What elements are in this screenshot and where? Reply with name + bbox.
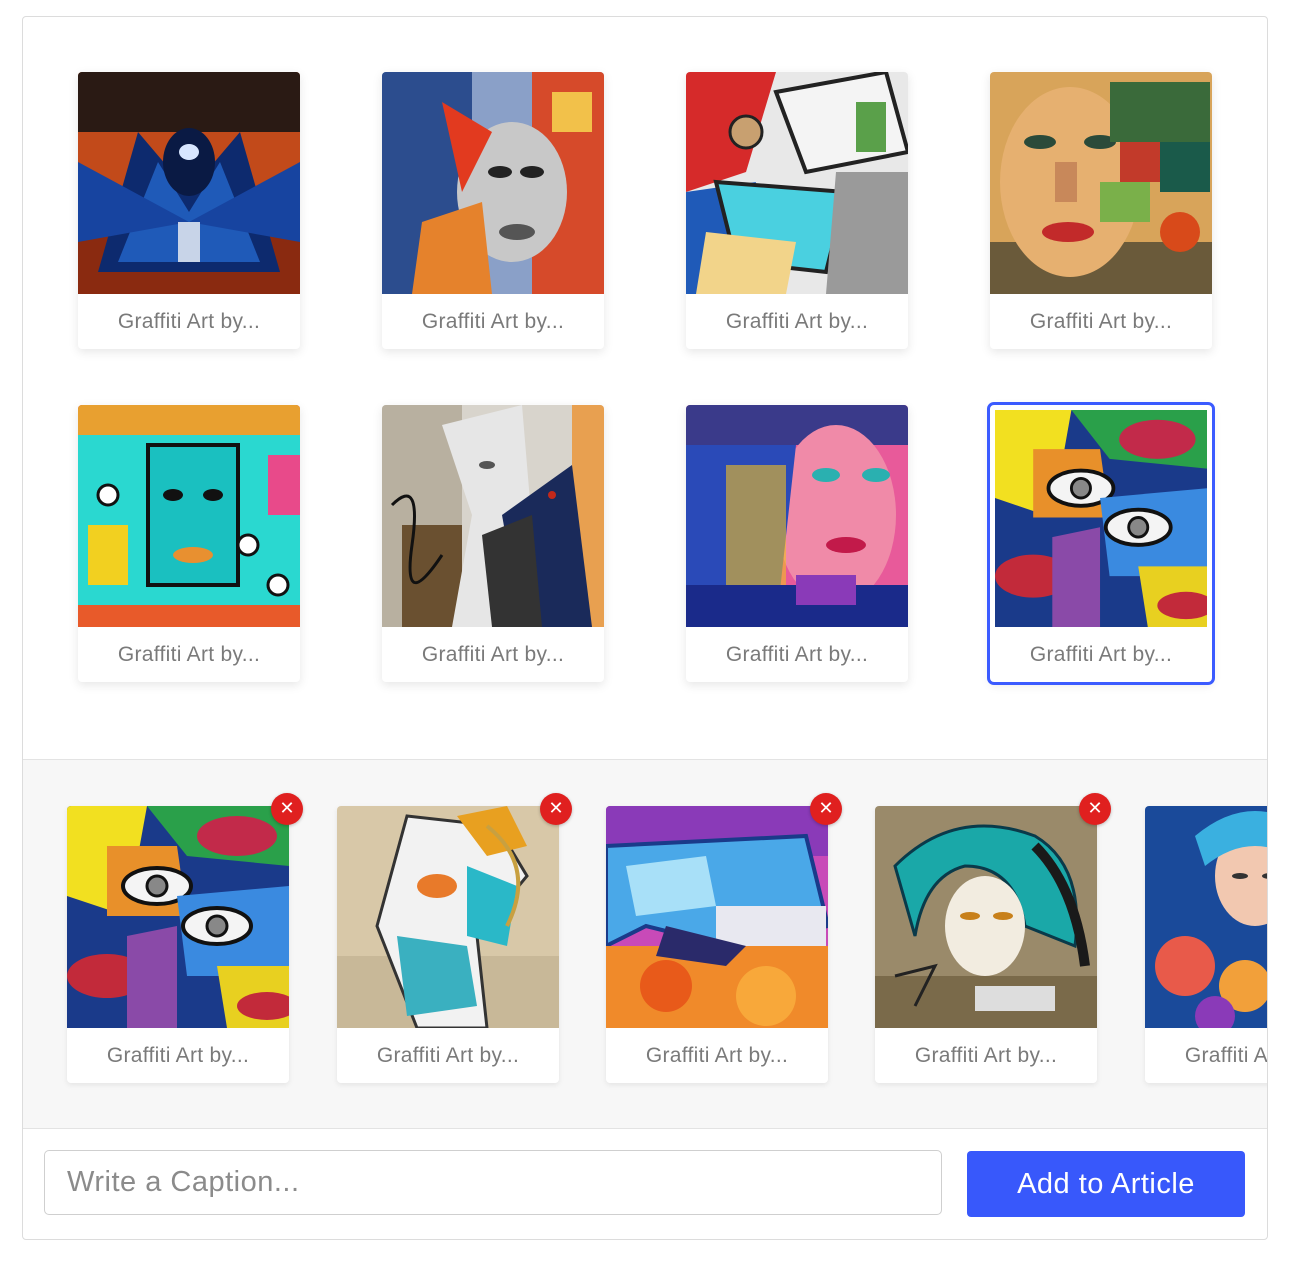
tray-thumbnail — [337, 806, 559, 1028]
gallery-card[interactable]: Graffiti Art by... — [382, 405, 604, 682]
tray-card[interactable]: Graffiti Art by... — [337, 806, 559, 1083]
remove-image-button[interactable]: ✕ — [1079, 793, 1111, 825]
tray-card-caption: Graffiti Art by... — [914, 1044, 1058, 1067]
gallery-thumbnail — [686, 405, 908, 627]
image-gallery: Graffiti Art by... Graffiti Art by... Gr… — [23, 17, 1267, 759]
selected-images-tray[interactable]: Graffiti Art by... ✕ Graffiti Art by... … — [23, 759, 1267, 1129]
tray-thumbnail — [67, 806, 289, 1028]
tray-card[interactable]: Graffiti Art by... — [875, 806, 1097, 1083]
image-picker-panel: Graffiti Art by... Graffiti Art by... Gr… — [22, 16, 1268, 1240]
remove-image-button[interactable]: ✕ — [271, 793, 303, 825]
gallery-card-caption: Graffiti Art by... — [421, 643, 565, 666]
tray-card[interactable]: Graffiti Art by... — [606, 806, 828, 1083]
tray-card[interactable]: Graffiti Art by... — [67, 806, 289, 1083]
remove-image-button[interactable]: ✕ — [540, 793, 572, 825]
gallery-card-caption: Graffiti Art by... — [725, 643, 869, 666]
gallery-card-caption: Graffiti Art by... — [1029, 310, 1173, 333]
remove-image-button[interactable]: ✕ — [810, 793, 842, 825]
gallery-card[interactable]: Graffiti Art by... — [78, 405, 300, 682]
tray-card-caption: Graffiti Art by... — [376, 1044, 520, 1067]
gallery-thumbnail — [382, 72, 604, 294]
tray-card-caption: Graffiti Art by... — [645, 1044, 789, 1067]
tray-card[interactable]: Graffiti Art by... — [1145, 806, 1267, 1083]
gallery-thumbnail — [382, 405, 604, 627]
gallery-card-caption: Graffiti Art by... — [1029, 643, 1173, 666]
gallery-card[interactable]: Graffiti Art by... — [78, 72, 300, 349]
gallery-card[interactable]: Graffiti Art by... — [382, 72, 604, 349]
gallery-card[interactable]: Graffiti Art by... — [686, 72, 908, 349]
gallery-thumbnail — [686, 72, 908, 294]
caption-input[interactable] — [44, 1150, 942, 1215]
gallery-thumbnail — [78, 72, 300, 294]
tray-thumbnail — [606, 806, 828, 1028]
tray-thumbnail — [875, 806, 1097, 1028]
tray-thumbnail — [1145, 806, 1267, 1028]
gallery-card[interactable]: Graffiti Art by... — [686, 405, 908, 682]
gallery-card-caption: Graffiti Art by... — [117, 310, 261, 333]
gallery-thumbnail — [995, 410, 1207, 627]
gallery-thumbnail — [78, 405, 300, 627]
gallery-card-caption: Graffiti Art by... — [421, 310, 565, 333]
gallery-card-selected[interactable]: Graffiti Art by... — [987, 402, 1215, 685]
gallery-card-caption: Graffiti Art by... — [117, 643, 261, 666]
tray-card-caption: Graffiti Art by... — [1184, 1044, 1267, 1067]
tray-card-caption: Graffiti Art by... — [106, 1044, 250, 1067]
add-to-article-button[interactable]: Add to Article — [967, 1151, 1245, 1217]
gallery-card[interactable]: Graffiti Art by... — [990, 72, 1212, 349]
gallery-card-caption: Graffiti Art by... — [725, 310, 869, 333]
gallery-thumbnail — [990, 72, 1212, 294]
